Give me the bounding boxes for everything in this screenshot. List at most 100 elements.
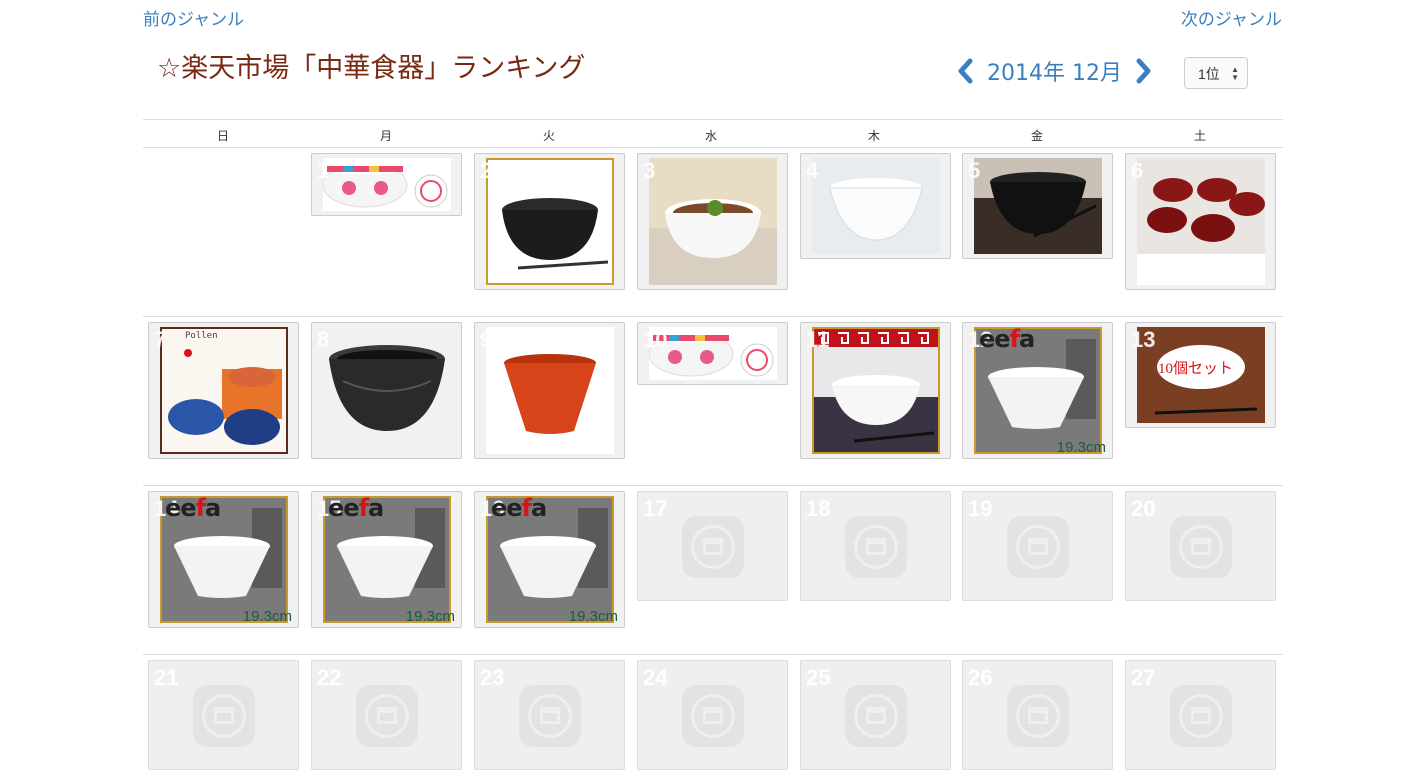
placeholder-icon (845, 685, 907, 747)
brand-logo-part: ee (328, 494, 360, 522)
brand-logo-part: ee (165, 494, 197, 522)
day-cell-4[interactable]: 4 (800, 153, 951, 259)
product-image (812, 158, 940, 254)
weekday-sun: 日 (216, 129, 229, 143)
chevron-left-icon[interactable] (953, 57, 977, 85)
day-cell-27[interactable]: 27 (1125, 660, 1276, 770)
day-number: 10 (643, 327, 668, 352)
size-label: 19.3cm (242, 608, 292, 625)
day-cell-1[interactable]: 1 (311, 153, 462, 216)
product-image (649, 158, 777, 285)
brand-logo-part: a (205, 494, 221, 522)
day-number: 2 (480, 158, 493, 183)
day-number: 1 (317, 158, 330, 183)
thumb-label: Pollen (185, 331, 218, 341)
day-cell-24[interactable]: 24 (637, 660, 788, 770)
size-label: 19.3cm (1056, 439, 1106, 456)
day-cell-12[interactable]: 12 eefa 19.3cm (962, 322, 1113, 459)
placeholder-icon (1170, 685, 1232, 747)
day-number: 26 (968, 665, 993, 690)
product-image (323, 341, 451, 441)
divider (143, 147, 1283, 148)
day-cell-17[interactable]: 17 (637, 491, 788, 601)
day-cell-26[interactable]: 26 (962, 660, 1113, 770)
day-cell-19[interactable]: 19 (962, 491, 1113, 601)
day-cell-8[interactable]: 8 (311, 322, 462, 459)
brand-logo: eefa (491, 494, 547, 522)
brand-logo-part: f (521, 494, 533, 522)
brand-logo: eefa (328, 494, 384, 522)
size-label: 19.3cm (405, 608, 455, 625)
day-cell-25[interactable]: 25 (800, 660, 951, 770)
day-cell-23[interactable]: 23 (474, 660, 625, 770)
day-cell-15[interactable]: 15 eefa 19.3cm (311, 491, 462, 628)
day-number: 8 (317, 327, 330, 352)
size-label: 19.3cm (568, 608, 618, 625)
prev-genre-link[interactable]: 前のジャンル (143, 5, 244, 30)
day-cell-9[interactable]: 9 (474, 322, 625, 459)
brand-logo-part: f (1009, 325, 1021, 353)
brand-logo-part: ee (491, 494, 523, 522)
day-number: 24 (643, 665, 668, 690)
day-number: 27 (1131, 665, 1156, 690)
brand-logo-part: f (195, 494, 207, 522)
day-cell-3[interactable]: 3 (637, 153, 788, 290)
weekday-thu: 木 (867, 129, 880, 143)
day-cell-21[interactable]: 21 (148, 660, 299, 770)
day-cell-14[interactable]: 14 eefa 19.3cm (148, 491, 299, 628)
day-number: 25 (806, 665, 831, 690)
day-number: 3 (643, 158, 656, 183)
day-number: 9 (480, 327, 493, 352)
next-genre-link[interactable]: 次のジャンル (1181, 5, 1282, 30)
placeholder-icon (1007, 685, 1069, 747)
day-number: 23 (480, 665, 505, 690)
day-cell-20[interactable]: 20 (1125, 491, 1276, 601)
page-title: ☆楽天市場「中華食器」ランキング (157, 53, 586, 84)
day-cell-7[interactable]: 7 Pollen (148, 322, 299, 459)
placeholder-icon (193, 685, 255, 747)
product-image (974, 158, 1102, 254)
day-cell-18[interactable]: 18 (800, 491, 951, 601)
day-number: 20 (1131, 496, 1156, 521)
placeholder-icon (1007, 516, 1069, 578)
day-number: 19 (968, 496, 993, 521)
month-label: 2014年 12月 (987, 61, 1122, 86)
placeholder-icon (519, 685, 581, 747)
product-image (486, 327, 614, 454)
day-cell-13[interactable]: 13 10個セット (1125, 322, 1276, 428)
brand-logo-part: a (531, 494, 547, 522)
brand-logo-part: a (368, 494, 384, 522)
day-number: 6 (1131, 158, 1144, 183)
day-number: 22 (317, 665, 342, 690)
day-number: 7 (154, 327, 167, 352)
divider (143, 654, 1283, 655)
day-cell-2[interactable]: 2 BLACK (474, 153, 625, 290)
product-image (812, 327, 940, 454)
day-cell-10[interactable]: 10 (637, 322, 788, 385)
rank-select-value: 1位 (1198, 66, 1220, 82)
day-number: 17 (643, 496, 668, 521)
day-cell-6[interactable]: 6 (1125, 153, 1276, 290)
divider (143, 485, 1283, 486)
day-cell-16[interactable]: 16 eefa 19.3cm (474, 491, 625, 628)
day-cell-22[interactable]: 22 (311, 660, 462, 770)
divider (143, 119, 1283, 120)
placeholder-icon (682, 516, 744, 578)
chevron-right-icon[interactable] (1132, 57, 1156, 85)
day-number: 13 (1131, 327, 1156, 352)
select-arrows-icon: ▲ ▼ (1231, 65, 1239, 82)
month-navigator: 2014年 12月 (953, 55, 1156, 87)
brand-logo-part: f (358, 494, 370, 522)
brand-logo-part: ee (979, 325, 1011, 353)
product-image (160, 327, 288, 454)
product-image (649, 327, 777, 380)
day-number: 21 (154, 665, 179, 690)
day-number: 18 (806, 496, 831, 521)
weekday-sat: 土 (1193, 129, 1206, 143)
day-number: 5 (968, 158, 981, 183)
placeholder-icon (845, 516, 907, 578)
weekday-tue: 火 (542, 129, 555, 143)
day-cell-5[interactable]: 5 (962, 153, 1113, 259)
rank-select[interactable]: 1位 ▲ ▼ (1184, 57, 1248, 89)
day-cell-11[interactable]: 11 (800, 322, 951, 459)
